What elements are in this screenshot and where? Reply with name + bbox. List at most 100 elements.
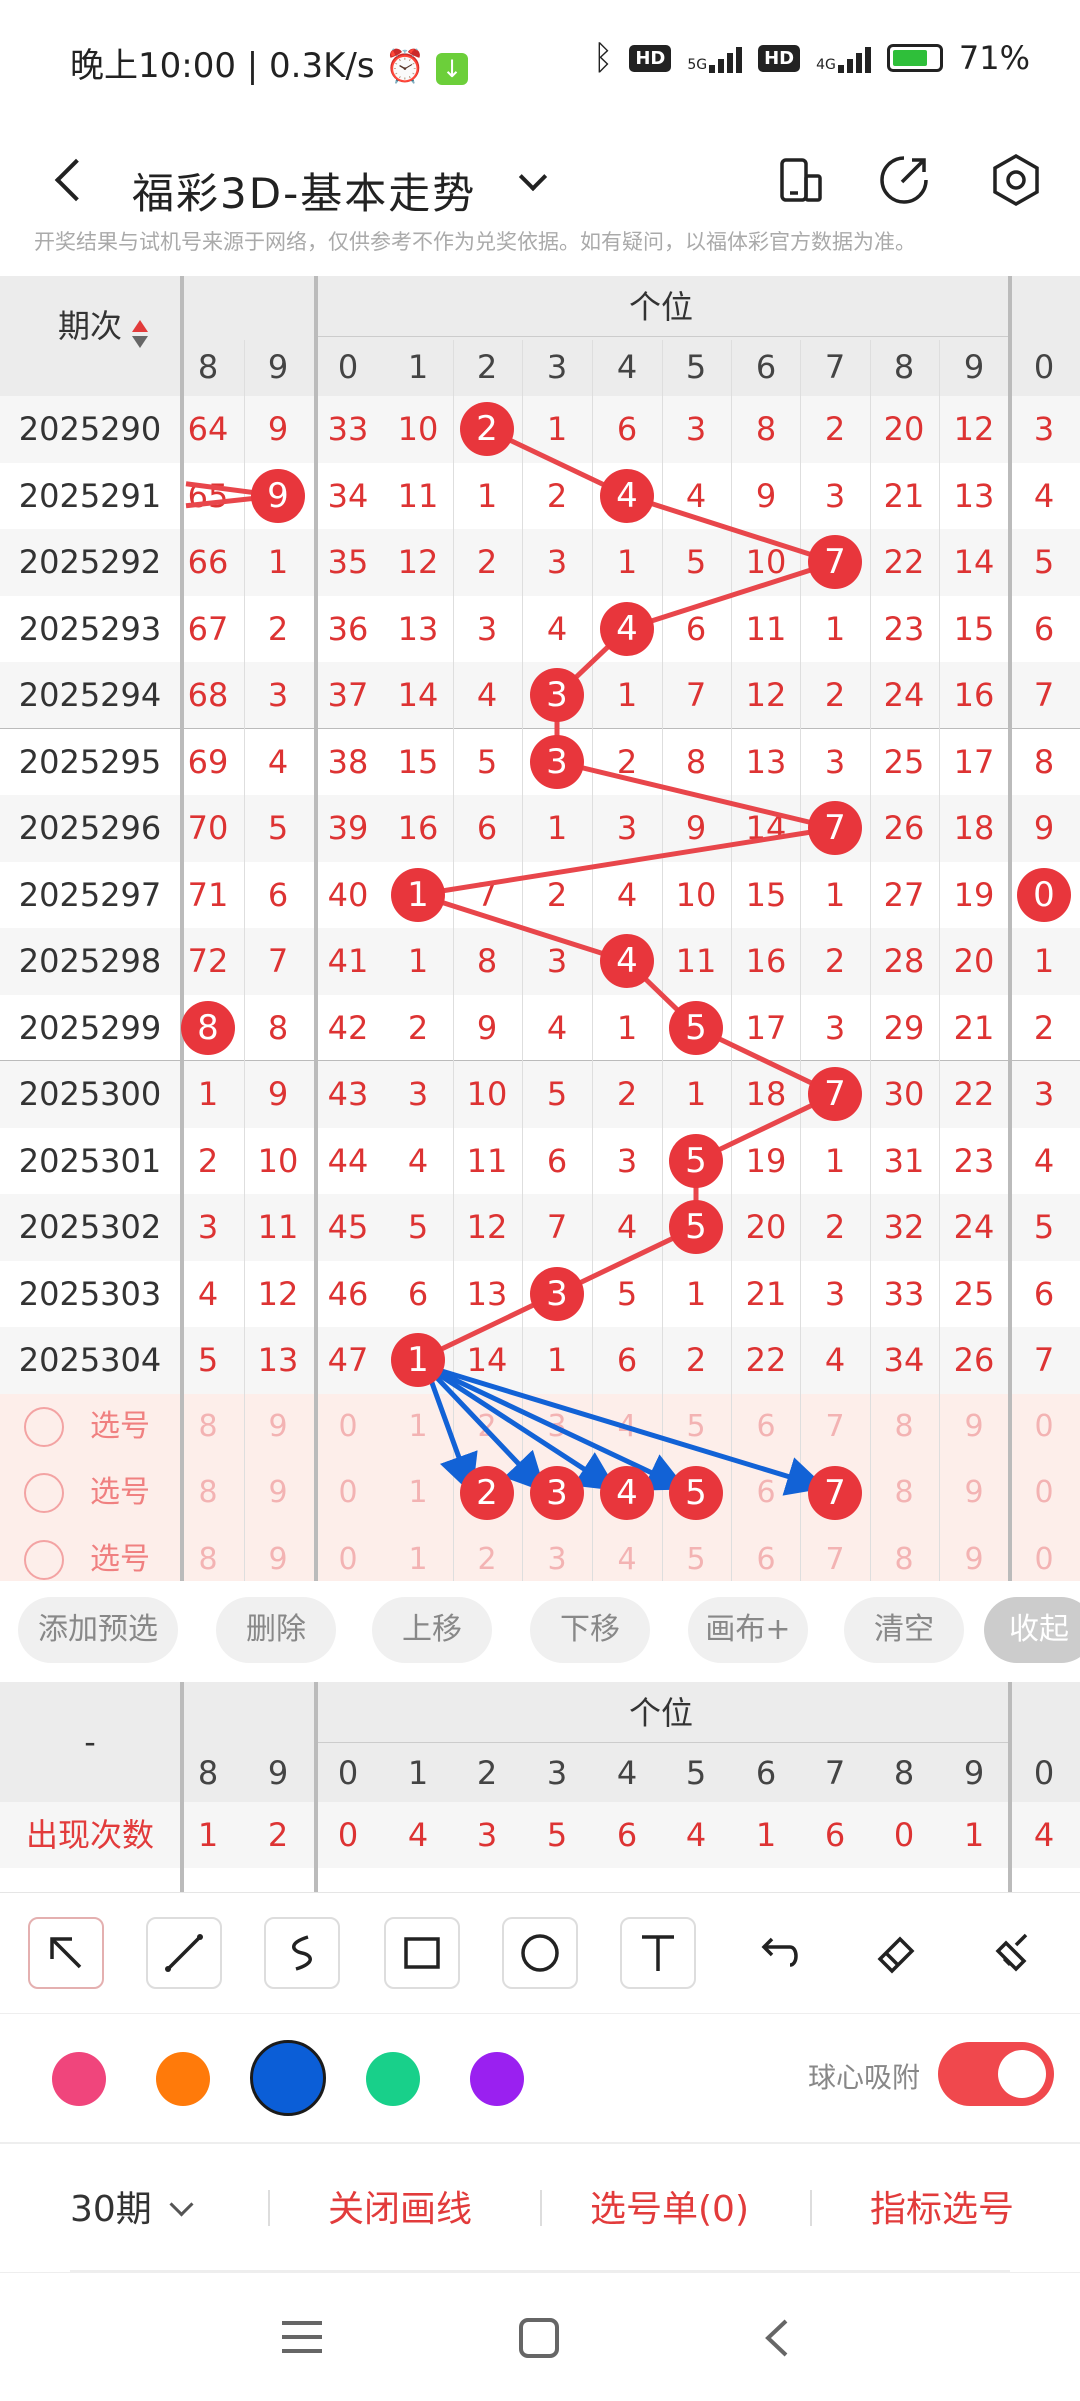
- pick-row-label: 选号: [90, 1408, 150, 1444]
- pick-number-cell[interactable]: 9: [940, 1460, 1008, 1527]
- pick-number-cell[interactable]: 8: [870, 1394, 938, 1461]
- selected-pick-ball[interactable]: 5: [669, 1466, 723, 1520]
- selected-pick-ball[interactable]: 7: [808, 1466, 862, 1520]
- indicator-pick-button[interactable]: 指标选号: [870, 2180, 1014, 2232]
- color-swatch-pink[interactable]: [52, 2052, 106, 2106]
- pick-number-cell[interactable]: 1: [384, 1394, 452, 1461]
- collapse-button[interactable]: 收起: [984, 1597, 1080, 1663]
- column-divider: [180, 276, 184, 1581]
- pick-number-cell[interactable]: 7: [801, 1394, 869, 1461]
- pick-number-cell[interactable]: 6: [732, 1394, 800, 1461]
- omission-cell: 9: [685, 809, 707, 847]
- move-up-button[interactable]: 上移: [372, 1597, 492, 1663]
- pick-number-cell[interactable]: 9: [244, 1527, 312, 1582]
- sort-desc-icon[interactable]: [132, 336, 148, 348]
- pick-number-cell[interactable]: 8: [174, 1527, 242, 1582]
- pick-number-cell[interactable]: 3: [523, 1394, 591, 1461]
- drawn-number-ball: 4: [600, 601, 654, 656]
- omission-cell: 2: [824, 676, 846, 714]
- color-swatch-orange[interactable]: [156, 2052, 210, 2106]
- pick-radio[interactable]: [24, 1473, 64, 1513]
- pick-number-cell[interactable]: 0: [1010, 1394, 1078, 1461]
- settings-icon[interactable]: [986, 150, 1046, 210]
- pick-number-cell[interactable]: 9: [940, 1394, 1008, 1461]
- pick-number-cell[interactable]: 0: [314, 1527, 382, 1582]
- color-palette-row: 球心吸附: [0, 2012, 1080, 2144]
- pick-number-cell[interactable]: 1: [384, 1527, 452, 1582]
- pick-number-cell[interactable]: 8: [174, 1460, 242, 1527]
- pick-number-cell[interactable]: 4: [593, 1394, 661, 1461]
- period-count-select[interactable]: 30期: [70, 2180, 194, 2232]
- pick-number-cell[interactable]: 8: [174, 1394, 242, 1461]
- selected-pick-ball[interactable]: 2: [460, 1466, 514, 1520]
- pick-number-cell[interactable]: 2: [453, 1527, 521, 1582]
- pick-number-cell[interactable]: 0: [314, 1394, 382, 1461]
- pick-number-cell[interactable]: 5: [662, 1527, 730, 1582]
- layout-toggle-icon[interactable]: [770, 150, 830, 210]
- line-tool[interactable]: [146, 1917, 222, 1989]
- omission-cell: 13: [466, 1274, 508, 1313]
- snap-to-ball-toggle[interactable]: [938, 2042, 1054, 2106]
- clear-button[interactable]: 清空: [844, 1597, 964, 1663]
- clear-canvas-tool[interactable]: [976, 1917, 1052, 1989]
- curve-tool[interactable]: [264, 1917, 340, 1989]
- pick-number-cell[interactable]: 6: [732, 1460, 800, 1527]
- pick-number-cell[interactable]: 7: [801, 1527, 869, 1582]
- drawn-number-ball: 9: [251, 468, 305, 523]
- pick-number-cell[interactable]: 1: [384, 1460, 452, 1527]
- pick-number-cell[interactable]: 5: [662, 1394, 730, 1461]
- sort-asc-icon[interactable]: [132, 320, 148, 332]
- draw-toolbar: [0, 1892, 1080, 2014]
- drawn-number-ball: 5: [669, 1200, 723, 1254]
- menu-icon[interactable]: [280, 2317, 324, 2357]
- pick-number-cell[interactable]: 3: [523, 1527, 591, 1582]
- pick-number-cell[interactable]: 4: [593, 1527, 661, 1582]
- color-swatch-purple[interactable]: [470, 2052, 524, 2106]
- pick-number-cell[interactable]: 2: [453, 1394, 521, 1461]
- selected-pick-ball[interactable]: 4: [600, 1466, 654, 1520]
- pick-number-cell[interactable]: 0: [1010, 1527, 1078, 1582]
- pick-list-button[interactable]: 选号单(0): [590, 2180, 749, 2232]
- chevron-down-icon: [169, 2192, 194, 2217]
- delete-button[interactable]: 删除: [216, 1597, 336, 1663]
- period-cell: 2025292: [18, 543, 162, 581]
- omission-cell: 3: [546, 543, 568, 581]
- rectangle-tool[interactable]: [384, 1917, 460, 1989]
- back-button[interactable]: [40, 150, 100, 210]
- pointer-arrow-tool[interactable]: [28, 1917, 104, 1989]
- undo-tool[interactable]: [740, 1917, 816, 1989]
- color-swatch-green[interactable]: [366, 2052, 420, 2106]
- back-nav-icon[interactable]: [760, 2317, 794, 2359]
- omission-cell: 12: [397, 543, 439, 581]
- home-icon[interactable]: [518, 2317, 560, 2359]
- omission-cell: 8: [1033, 742, 1055, 781]
- omission-cell: 1: [616, 543, 638, 581]
- page-title[interactable]: 福彩3D-基本走势: [132, 160, 476, 221]
- omission-cell: 1: [824, 609, 846, 648]
- pick-number-cell[interactable]: 9: [244, 1394, 312, 1461]
- circle-tool[interactable]: [502, 1917, 578, 1989]
- alarm-icon: ⏰: [385, 47, 426, 85]
- period-cell: 2025290: [18, 410, 162, 448]
- period-header[interactable]: 期次: [0, 296, 180, 356]
- pick-number-cell[interactable]: 9: [244, 1460, 312, 1527]
- pick-number-cell[interactable]: 8: [870, 1527, 938, 1582]
- pick-number-cell[interactable]: 0: [1010, 1460, 1078, 1527]
- add-preselect-button[interactable]: 添加预选: [18, 1597, 178, 1663]
- close-lines-button[interactable]: 关闭画线: [328, 2180, 472, 2232]
- eraser-tool[interactable]: [858, 1917, 934, 1989]
- pick-number-cell[interactable]: 0: [314, 1460, 382, 1527]
- pick-radio[interactable]: [24, 1406, 64, 1447]
- move-down-button[interactable]: 下移: [530, 1597, 650, 1663]
- pick-number-cell[interactable]: 8: [870, 1460, 938, 1527]
- canvas-plus-button[interactable]: 画布+: [688, 1597, 808, 1663]
- selected-pick-ball[interactable]: 3: [530, 1466, 584, 1520]
- pick-radio[interactable]: [24, 1539, 64, 1580]
- pick-number-cell[interactable]: 9: [940, 1527, 1008, 1582]
- pick-number-cell[interactable]: 6: [732, 1527, 800, 1582]
- share-icon[interactable]: [874, 150, 934, 210]
- chevron-down-icon[interactable]: [516, 164, 550, 198]
- text-tool[interactable]: [620, 1917, 696, 1989]
- color-swatch-blue-selected[interactable]: [250, 2040, 326, 2116]
- period-cell: 2025294: [18, 676, 162, 714]
